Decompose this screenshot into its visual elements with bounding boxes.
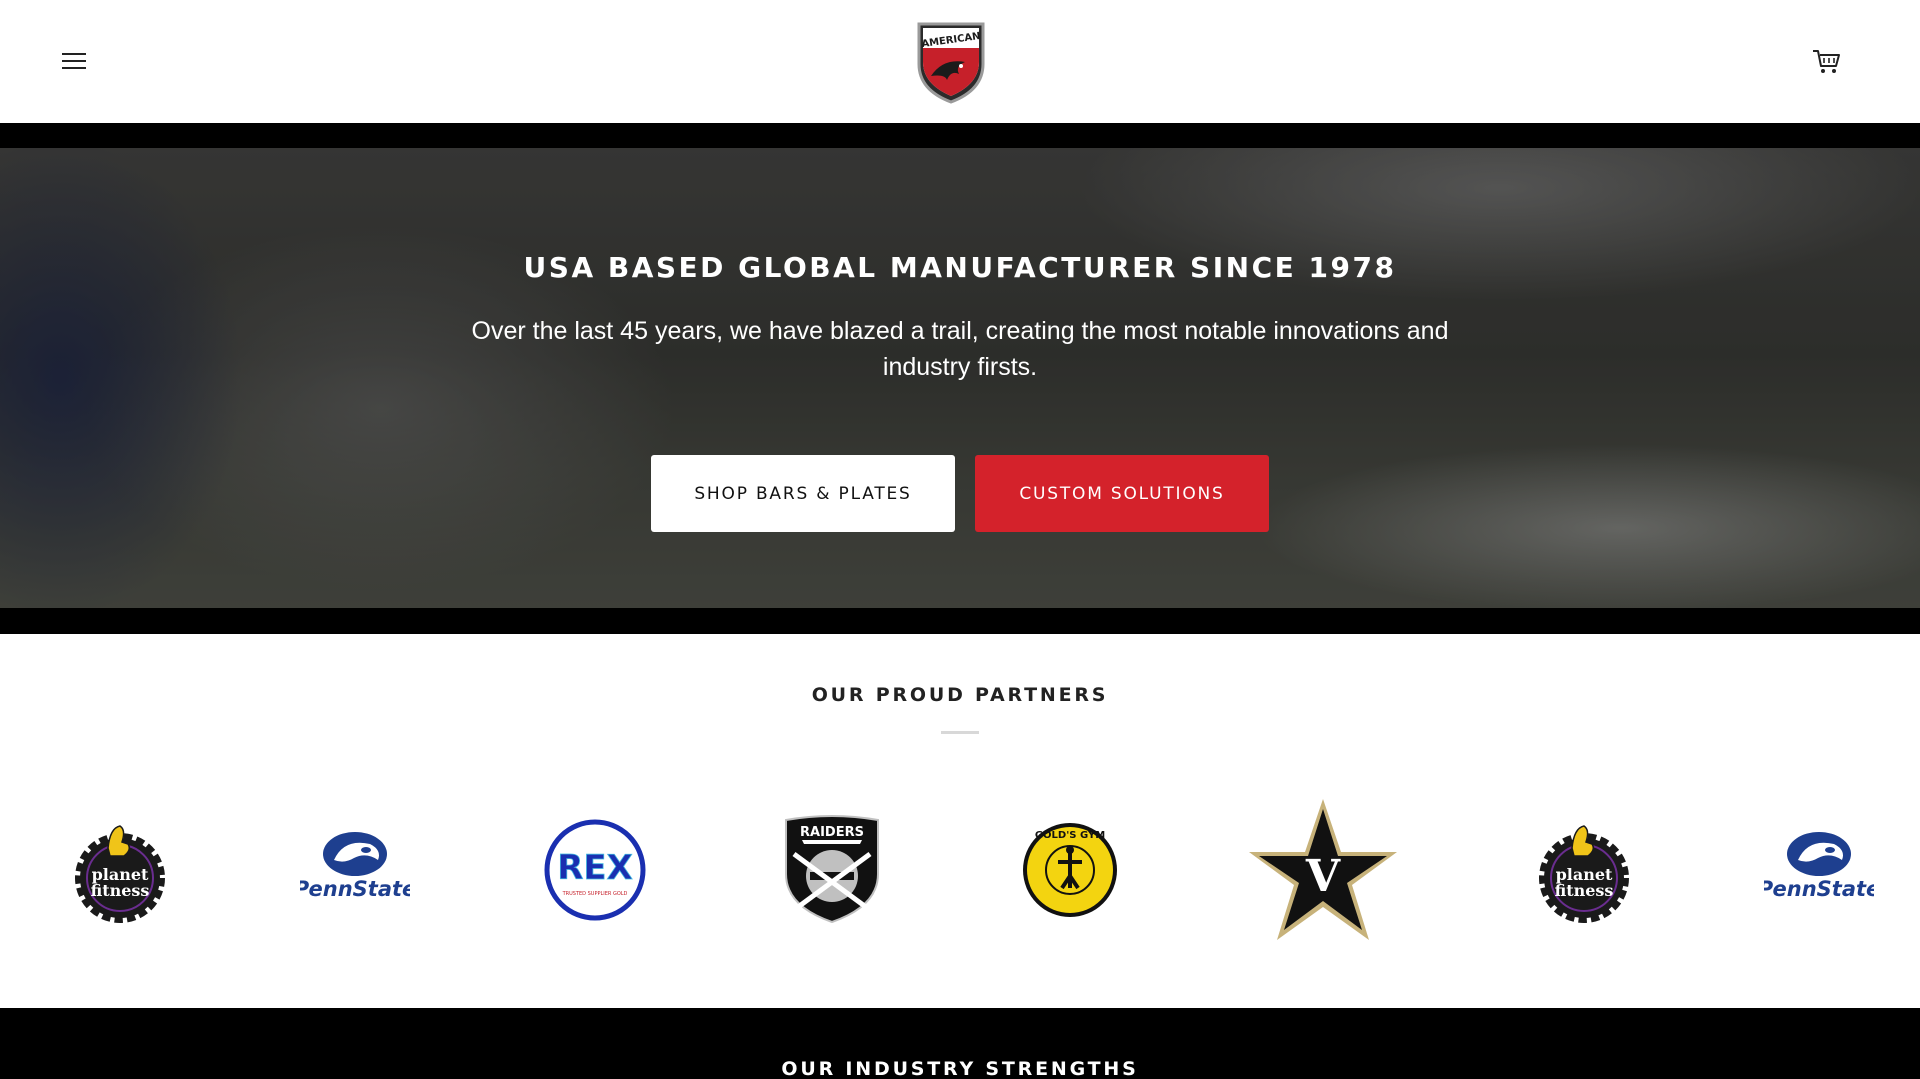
hero-banner: USA BASED GLOBAL MANUFACTURER SINCE 1978…	[0, 148, 1920, 608]
svg-text:RAIDERS: RAIDERS	[800, 825, 864, 840]
partner-logo-planet-fitness[interactable]: planet fitness	[70, 790, 170, 950]
partner-logo-vanderbilt[interactable]: V	[1248, 790, 1398, 950]
site-header: AMERICAN	[0, 0, 1920, 123]
svg-text:PennState: PennState	[300, 877, 410, 901]
partner-logo-planet-fitness[interactable]: planet fitness	[1534, 790, 1634, 950]
shop-bars-plates-button[interactable]: SHOP BARS & PLATES	[651, 455, 955, 532]
svg-text:PennState: PennState	[1764, 877, 1874, 901]
partner-logo-penn-state[interactable]: PennState	[1764, 790, 1874, 950]
partners-divider	[941, 731, 979, 734]
svg-text:REX: REX	[557, 848, 633, 888]
svg-text:fitness: fitness	[1555, 881, 1614, 900]
industry-strengths-section: OUR INDUSTRY STRENGTHS	[0, 1008, 1920, 1079]
american-barbell-logo[interactable]: AMERICAN	[913, 18, 989, 104]
hamburger-menu-icon[interactable]	[58, 46, 92, 76]
hero-title: USA BASED GLOBAL MANUFACTURER SINCE 1978	[523, 251, 1397, 284]
partners-heading: OUR PROUD PARTNERS	[811, 684, 1109, 706]
shopping-cart-icon[interactable]	[1810, 46, 1842, 76]
svg-text:fitness: fitness	[91, 881, 150, 900]
svg-text:TRUSTED SUPPLIER GOLD: TRUSTED SUPPLIER GOLD	[562, 891, 628, 897]
partner-logo-rex[interactable]: REX TRUSTED SUPPLIER GOLD	[542, 790, 648, 950]
custom-solutions-button[interactable]: CUSTOM SOLUTIONS	[975, 455, 1269, 532]
svg-text:GOLD'S GYM: GOLD'S GYM	[1035, 830, 1105, 841]
partner-logo-raiders[interactable]: RAIDERS	[780, 790, 884, 950]
hero-subtitle: Over the last 45 years, we have blazed a…	[471, 317, 1449, 381]
partner-logo-golds-gym[interactable]: GOLD'S GYM	[1020, 790, 1120, 950]
partner-logo-penn-state[interactable]: PennState	[300, 790, 410, 950]
strengths-heading: OUR INDUSTRY STRENGTHS	[781, 1058, 1139, 1079]
svg-text:V: V	[1305, 851, 1341, 902]
